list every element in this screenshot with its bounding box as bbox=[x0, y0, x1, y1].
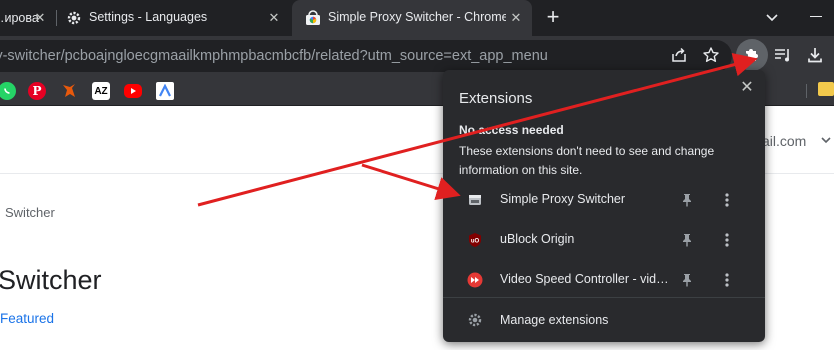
tab-separator bbox=[56, 10, 57, 26]
folder-icon[interactable] bbox=[818, 82, 834, 96]
tab-title: Settings - Languages bbox=[89, 10, 208, 24]
section-heading: No access needed bbox=[459, 123, 564, 137]
account-email[interactable]: ail.com bbox=[762, 133, 806, 149]
reading-list-icon[interactable] bbox=[772, 44, 794, 66]
section-description: These extensions don't need to see and c… bbox=[459, 144, 715, 177]
more-vert-icon[interactable] bbox=[719, 230, 735, 250]
tab-previous[interactable]: …ирова ✕ bbox=[0, 0, 52, 36]
tab-strip: …ирова ✕ Settings - Languages ✕ bbox=[0, 0, 834, 36]
manage-extensions-button[interactable]: Manage extensions bbox=[443, 302, 765, 338]
youtube-icon[interactable] bbox=[124, 84, 142, 98]
close-icon[interactable]: ✕ bbox=[508, 10, 524, 26]
featured-badge[interactable]: Featured bbox=[0, 311, 54, 326]
extension-row-simple-proxy-switcher[interactable]: Simple Proxy Switcher bbox=[443, 180, 765, 220]
chrome-web-store-icon bbox=[305, 10, 321, 26]
pin-icon[interactable] bbox=[679, 192, 695, 208]
gear-icon bbox=[467, 312, 483, 328]
url-text: oxy-switcher/pcboajngloecgmaailkmphmpbac… bbox=[0, 48, 548, 64]
pin-icon[interactable] bbox=[679, 232, 695, 248]
extension-name: Video Speed Controller - vide… bbox=[500, 272, 670, 286]
extensions-puzzle-button[interactable] bbox=[736, 39, 768, 71]
fox-icon[interactable] bbox=[60, 82, 78, 100]
close-icon[interactable]: ✕ bbox=[32, 10, 48, 26]
more-vert-icon[interactable] bbox=[719, 270, 735, 290]
tab-title: Simple Proxy Switcher - Chrome bbox=[328, 10, 506, 24]
popup-divider bbox=[443, 297, 765, 298]
tab-search-chevron-icon[interactable] bbox=[763, 8, 781, 26]
breadcrumb[interactable]: Switcher bbox=[5, 205, 55, 220]
minimize-icon[interactable] bbox=[810, 16, 822, 17]
bookmark-label: P bbox=[32, 84, 42, 98]
share-icon[interactable] bbox=[668, 44, 690, 66]
pinterest-icon[interactable]: P bbox=[28, 82, 46, 100]
ublock-icon: uO bbox=[467, 232, 483, 248]
chevron-down-icon[interactable] bbox=[820, 134, 832, 149]
manage-extensions-label: Manage extensions bbox=[500, 313, 609, 327]
more-vert-icon[interactable] bbox=[719, 190, 735, 210]
extension-name: uBlock Origin bbox=[500, 232, 575, 246]
tab-settings-languages[interactable]: Settings - Languages ✕ bbox=[58, 0, 290, 36]
az-icon[interactable]: AZ bbox=[92, 82, 110, 100]
whatsapp-icon[interactable] bbox=[0, 82, 16, 100]
address-bar[interactable]: oxy-switcher/pcboajngloecgmaailkmphmpbac… bbox=[0, 40, 732, 72]
close-icon[interactable]: ✕ bbox=[266, 10, 282, 26]
bookmark-star-icon[interactable] bbox=[700, 44, 722, 66]
download-icon[interactable] bbox=[804, 44, 826, 66]
translate-icon[interactable] bbox=[156, 82, 174, 100]
proxy-switcher-icon bbox=[467, 192, 483, 208]
extension-name: Simple Proxy Switcher bbox=[500, 192, 626, 206]
extension-row-ublock-origin[interactable]: uO uBlock Origin bbox=[443, 220, 765, 260]
pin-icon[interactable] bbox=[679, 272, 695, 288]
puzzle-icon bbox=[743, 46, 761, 64]
extensions-popup: Extensions ✕ No access needed These exte… bbox=[443, 70, 765, 342]
bookmarks-divider bbox=[806, 84, 807, 98]
gear-icon bbox=[66, 10, 82, 26]
new-tab-button[interactable]: + bbox=[541, 6, 565, 30]
page-title: Switcher bbox=[0, 265, 102, 295]
svg-text:uO: uO bbox=[471, 239, 480, 245]
bookmark-label: AZ bbox=[94, 85, 108, 97]
tab-simple-proxy-switcher[interactable]: Simple Proxy Switcher - Chrome ✕ bbox=[292, 0, 532, 36]
close-icon[interactable]: ✕ bbox=[737, 78, 757, 98]
video-speed-icon bbox=[467, 272, 483, 288]
popup-title: Extensions bbox=[459, 90, 533, 107]
extension-row-video-speed-controller[interactable]: Video Speed Controller - vide… bbox=[443, 260, 765, 300]
browser-window: …ирова ✕ Settings - Languages ✕ bbox=[0, 0, 834, 350]
